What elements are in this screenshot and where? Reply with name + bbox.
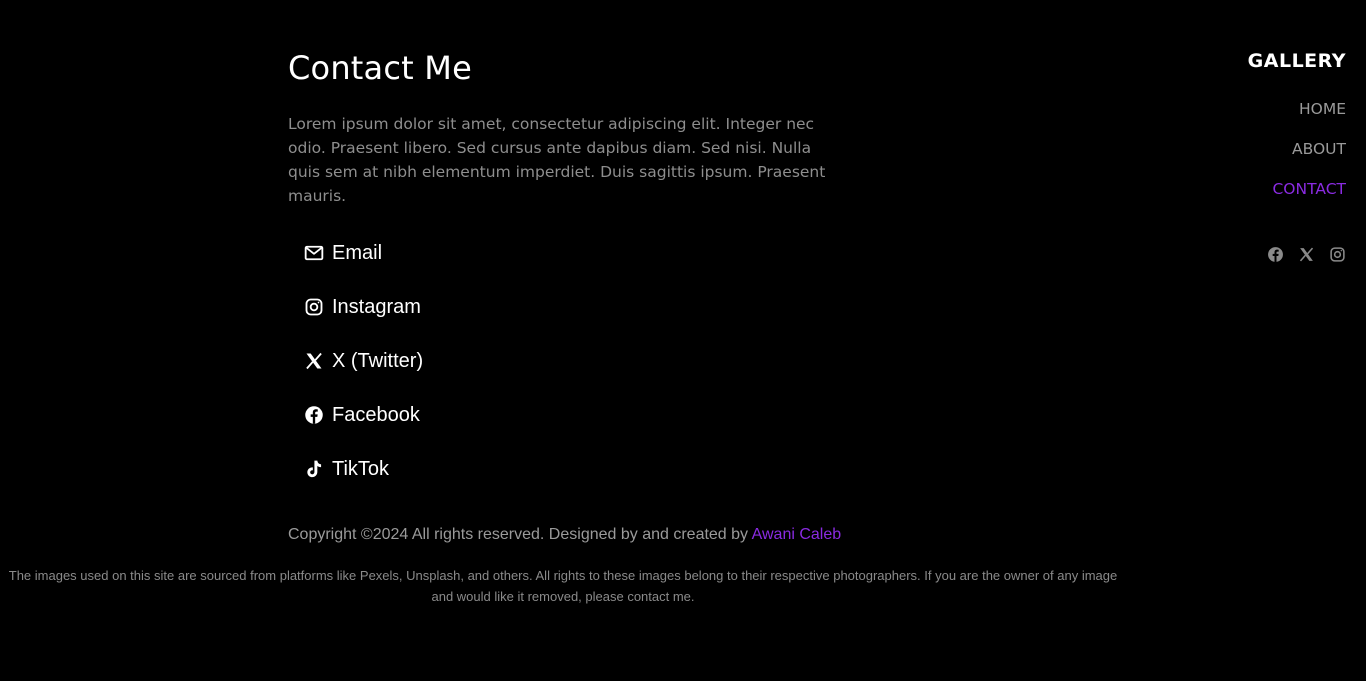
contact-label: Facebook [332,403,420,426]
author-link[interactable]: Awani Caleb [752,526,842,543]
contact-label: Email [332,241,383,264]
facebook-icon [304,405,324,425]
contact-label: Instagram [332,295,421,318]
sidebar: GALLERY HOME ABOUT CONTACT [1146,46,1346,263]
contact-link-instagram[interactable]: Instagram [304,280,848,334]
facebook-icon[interactable] [1267,246,1284,263]
instagram-icon[interactable] [1329,246,1346,263]
contact-link-tiktok[interactable]: TikTok [304,442,848,496]
image-disclaimer: The images used on this site are sourced… [8,568,1118,604]
envelope-icon [304,243,324,263]
instagram-icon [304,297,324,317]
x-twitter-icon [304,351,324,371]
nav-item-about[interactable]: ABOUT [1146,138,1346,160]
contact-label: TikTok [332,457,390,480]
main-nav: HOME ABOUT CONTACT [1146,98,1346,200]
contact-link-email[interactable]: Email [304,226,848,280]
site-logo[interactable]: GALLERY [1146,46,1346,76]
contact-link-x-twitter[interactable]: X (Twitter) [304,334,848,388]
contact-link-facebook[interactable]: Facebook [304,388,848,442]
social-links [1146,246,1346,263]
copyright-text: Copyright ©2024 All rights reserved. Des… [288,526,841,544]
intro-text: Lorem ipsum dolor sit amet, consectetur … [288,115,826,205]
copyright-prefix: Copyright ©2024 All rights reserved. Des… [288,526,752,543]
tiktok-icon [304,459,324,479]
nav-item-contact[interactable]: CONTACT [1146,178,1346,200]
x-twitter-icon[interactable] [1298,246,1315,263]
page: Contact Me Lorem ipsum dolor sit amet, c… [0,0,1366,681]
contact-label: X (Twitter) [332,349,424,372]
page-title: Contact Me [288,49,472,87]
contact-list: Email Instagram X (Twitter) Facebook Tik… [304,226,848,496]
nav-item-home[interactable]: HOME [1146,98,1346,120]
main-content: Contact Me Lorem ipsum dolor sit amet, c… [288,46,848,496]
